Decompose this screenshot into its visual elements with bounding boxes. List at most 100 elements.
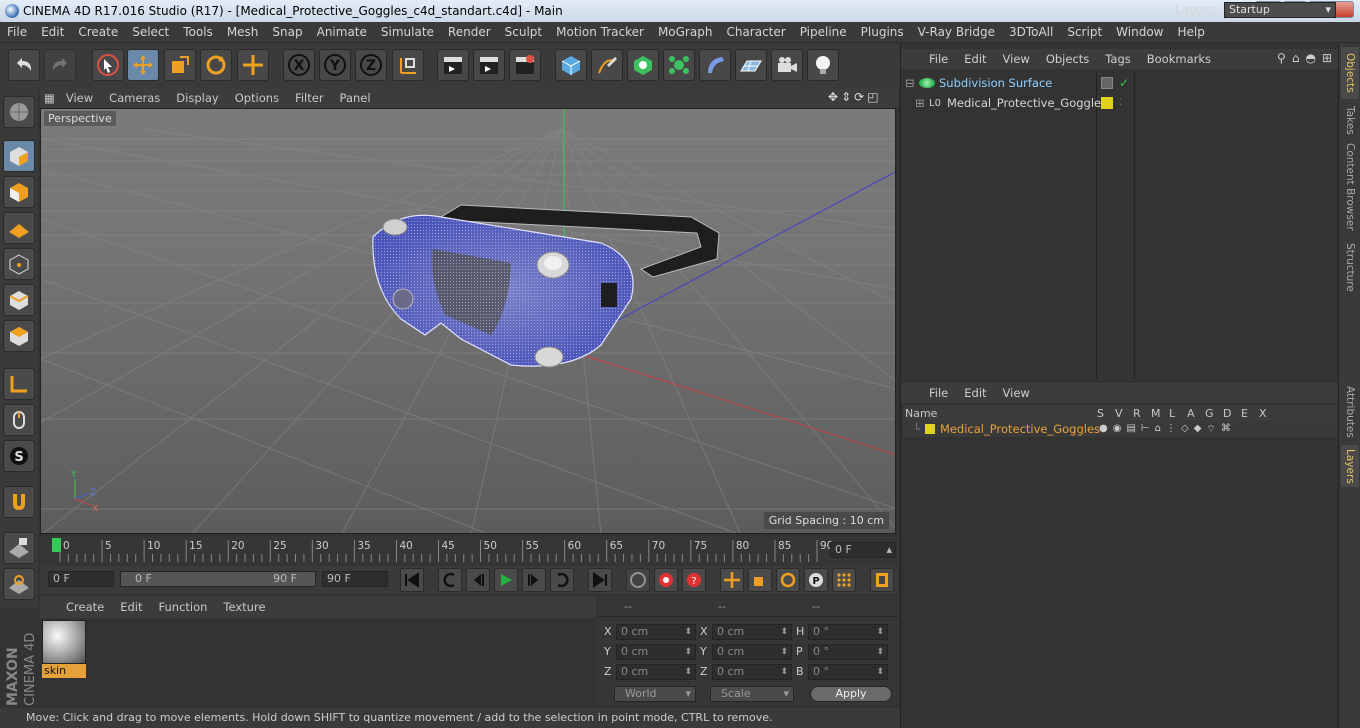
tab-objects[interactable]: Objects bbox=[1341, 47, 1359, 99]
animation-bar-icon[interactable]: ⋮ bbox=[1166, 423, 1176, 436]
timeline-ruler[interactable]: 0 5 10 15 20 25 30 35 40 45 50 55 60 65 70 75 80 85 90 0 F… bbox=[40, 536, 898, 566]
coord-value-field[interactable]: 0 cm ⬍ bbox=[616, 664, 696, 680]
material-menu-function[interactable]: Function bbox=[151, 600, 216, 614]
checkmark-icon[interactable]: ✓ bbox=[1119, 76, 1129, 90]
coord-value-field[interactable]: 0 cm ⬍ bbox=[712, 664, 792, 680]
go-to-start-button[interactable] bbox=[400, 568, 424, 592]
menu-create[interactable]: Create bbox=[71, 25, 125, 39]
light-button[interactable] bbox=[807, 49, 839, 81]
camera-button[interactable] bbox=[771, 49, 803, 81]
coord-value-field[interactable]: 0 ° ⬍ bbox=[808, 624, 888, 640]
deformer-icon[interactable]: ◆ bbox=[1194, 423, 1202, 436]
material-menu-edit[interactable]: Edit bbox=[112, 600, 150, 614]
viewport-menu-cameras[interactable]: Cameras bbox=[101, 91, 168, 105]
layer-col-l[interactable]: L bbox=[1169, 407, 1187, 420]
end-frame-field[interactable]: 90 F bbox=[322, 571, 388, 587]
render-view-button[interactable] bbox=[437, 49, 469, 81]
polygons-mode-button[interactable] bbox=[3, 320, 35, 352]
menu-tools[interactable]: Tools bbox=[176, 25, 220, 39]
current-frame-field[interactable]: 0 F ▴ bbox=[830, 542, 896, 558]
menu-3dtoall[interactable]: 3DToAll bbox=[1002, 25, 1060, 39]
menu-script[interactable]: Script bbox=[1060, 25, 1109, 39]
eye-icon[interactable]: ◉ bbox=[1113, 423, 1122, 436]
render-settings-button[interactable] bbox=[509, 49, 541, 81]
size-mode-dropdown[interactable]: Scale ▾ bbox=[710, 686, 794, 702]
object-menu-objects[interactable]: Objects bbox=[1038, 52, 1097, 66]
expression-icon[interactable]: ⌔ bbox=[1206, 423, 1215, 436]
maximize-view-icon[interactable]: ◰ bbox=[867, 90, 878, 106]
home-icon[interactable]: ⌂ bbox=[1292, 51, 1300, 65]
redo-button[interactable] bbox=[44, 49, 76, 81]
viewport-menu-panel[interactable]: Panel bbox=[332, 91, 379, 105]
undo-button[interactable] bbox=[8, 49, 40, 81]
axis-mode-button[interactable] bbox=[3, 368, 35, 400]
autokeying-button[interactable] bbox=[654, 568, 678, 592]
menu-window[interactable]: Window bbox=[1109, 25, 1170, 39]
menu-pipeline[interactable]: Pipeline bbox=[793, 25, 854, 39]
record-position-button[interactable] bbox=[720, 568, 744, 592]
viewport-menu-options[interactable]: Options bbox=[227, 91, 287, 105]
new-window-icon[interactable]: ⊞ bbox=[1322, 51, 1332, 65]
start-frame-field[interactable]: 0 F bbox=[48, 571, 114, 587]
tab-attributes[interactable]: Attributes bbox=[1341, 383, 1359, 441]
cube-primitive-button[interactable] bbox=[555, 49, 587, 81]
layer-col-e[interactable]: E bbox=[1241, 407, 1259, 420]
lock-icon[interactable]: ⌂ bbox=[1155, 423, 1161, 436]
next-key-button[interactable] bbox=[550, 568, 574, 592]
tab-structure[interactable]: Structure bbox=[1341, 239, 1359, 295]
timeline-window-button[interactable] bbox=[870, 568, 894, 592]
floor-button[interactable] bbox=[735, 49, 767, 81]
render-clapper-icon[interactable]: ▤ bbox=[1126, 423, 1135, 436]
next-frame-button[interactable] bbox=[522, 568, 546, 592]
viewport-menu-display[interactable]: Display bbox=[168, 91, 226, 105]
perspective-viewport[interactable]: Y Z X Perspective Grid Spacing : 10 cm bbox=[40, 108, 896, 534]
previous-key-button[interactable] bbox=[438, 568, 462, 592]
layer-col-s[interactable]: S bbox=[1097, 407, 1115, 420]
menu-mesh[interactable]: Mesh bbox=[220, 25, 266, 39]
coordinate-space-dropdown[interactable]: World ▾ bbox=[614, 686, 696, 702]
menu-mograph[interactable]: MoGraph bbox=[651, 25, 720, 39]
coord-value-field[interactable]: 0 ° ⬍ bbox=[808, 644, 888, 660]
keyframe-selection-button[interactable]: ? bbox=[682, 568, 706, 592]
layer-menu-edit[interactable]: Edit bbox=[956, 386, 994, 400]
search-icon[interactable]: ⚲ bbox=[1277, 51, 1286, 65]
dolly-icon[interactable]: ⇕ bbox=[841, 90, 851, 106]
menu-snap[interactable]: Snap bbox=[265, 25, 309, 39]
play-button[interactable] bbox=[494, 568, 518, 592]
deformer-button[interactable] bbox=[699, 49, 731, 81]
layer-color-swatch[interactable] bbox=[924, 424, 935, 434]
object-menu-view[interactable]: View bbox=[995, 52, 1038, 66]
previous-frame-button[interactable] bbox=[466, 568, 490, 592]
object-row-subdivision[interactable]: ⊟ Subdivision Surface ✓ bbox=[905, 74, 1335, 92]
viewport-menu-view[interactable]: View bbox=[58, 91, 101, 105]
layer-col-m[interactable]: M bbox=[1151, 407, 1169, 420]
menu-edit[interactable]: Edit bbox=[34, 25, 71, 39]
apply-button[interactable]: Apply bbox=[810, 686, 892, 702]
texture-mode-button[interactable] bbox=[3, 176, 35, 208]
menu-help[interactable]: Help bbox=[1170, 25, 1211, 39]
visibility-dots-icon[interactable]: ⁚ bbox=[1119, 98, 1122, 108]
tab-takes[interactable]: Takes bbox=[1341, 103, 1359, 137]
layer-col-g[interactable]: G bbox=[1205, 407, 1223, 420]
workplane-mode-button[interactable] bbox=[3, 212, 35, 244]
orbit-icon[interactable]: ⟳ bbox=[854, 90, 864, 106]
render-picture-viewer-button[interactable] bbox=[473, 49, 505, 81]
record-point-level-button[interactable] bbox=[832, 568, 856, 592]
object-menu-file[interactable]: File bbox=[921, 52, 956, 66]
planar-workplane-button[interactable] bbox=[3, 568, 35, 600]
make-editable-button[interactable] bbox=[3, 96, 35, 128]
go-to-end-button[interactable] bbox=[588, 568, 612, 592]
coord-value-field[interactable]: 0 cm ⬍ bbox=[712, 644, 792, 660]
tree-collapse-icon[interactable]: ⊟ bbox=[905, 76, 915, 90]
menu-character[interactable]: Character bbox=[719, 25, 792, 39]
material-menu-texture[interactable]: Texture bbox=[215, 600, 273, 614]
coord-value-field[interactable]: 0 cm ⬍ bbox=[712, 624, 792, 640]
snapping-button[interactable]: S bbox=[3, 440, 35, 472]
coord-value-field[interactable]: 0 cm ⬍ bbox=[616, 624, 696, 640]
xref-icon[interactable]: ⌘ bbox=[1221, 423, 1231, 436]
magnet-button[interactable] bbox=[3, 486, 35, 518]
rotate-tool-button[interactable] bbox=[200, 49, 232, 81]
pan-icon[interactable]: ✥ bbox=[828, 90, 838, 106]
tree-expand-icon[interactable]: ⊞ bbox=[915, 96, 925, 110]
layer-col-x[interactable]: X bbox=[1259, 407, 1277, 420]
